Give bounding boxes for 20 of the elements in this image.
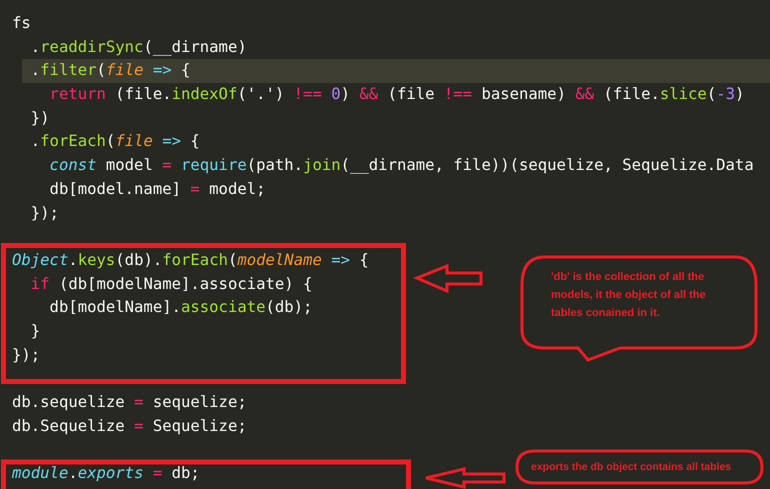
arrow-icon (413, 264, 482, 294)
code-line: }); (11, 344, 40, 366)
code-line: }); (30, 202, 59, 224)
code-line: module.exports = db; (11, 463, 200, 484)
callout-text: exports the db object contains all tables (531, 460, 732, 474)
arrow-icon (424, 467, 506, 489)
code-line: fs (11, 13, 31, 34)
code-line: .readdirSync(__dirname) (30, 36, 247, 58)
code-line: if (db[modelName].associate) { (30, 274, 312, 295)
code-line: Object.keys(db).forEach(modelName => { (11, 250, 369, 271)
code-line: db[modelName].associate(db); (48, 297, 312, 318)
code-line: db[model.name] = model; (48, 178, 266, 200)
code-line: } (30, 320, 40, 342)
callout-text: 'db' is the collection of all the models, it the object of all the tables conained in it. (551, 270, 707, 321)
code-line: return (file.indexOf('.') !== 0) && (file !== basename) && (file.slice(-3) (48, 84, 744, 106)
code-line: .forEach(file => { (30, 131, 200, 152)
code-line: const model = require(path.join(__dirname, file))(sequelize, Sequelize.Data (48, 155, 754, 176)
code-line: }) (30, 108, 50, 129)
code-line: db.sequelize = sequelize; (11, 392, 247, 413)
code-line: db.Sequelize = Sequelize; (11, 416, 247, 437)
